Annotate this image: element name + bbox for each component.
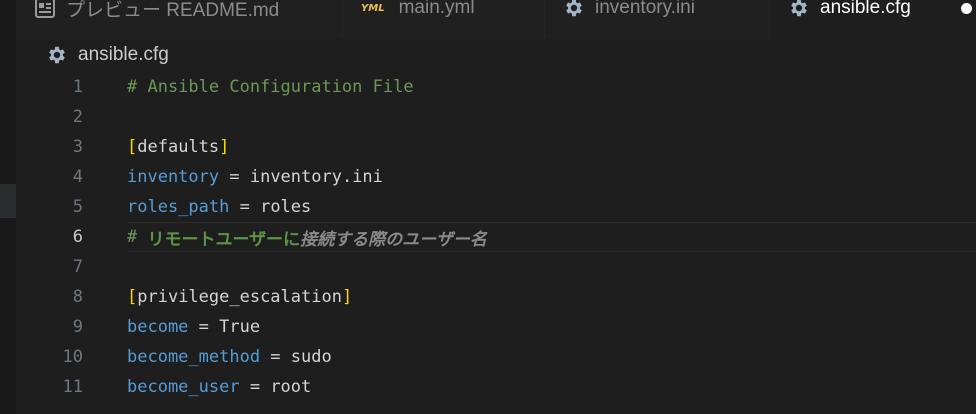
code-token: リモートユーザーに	[147, 229, 301, 250]
code-token: [	[127, 137, 138, 157]
tab-bar: プレビュー README.md YML main.yml inventory.i…	[16, 0, 976, 38]
code-token: ]	[219, 137, 230, 157]
code-line[interactable]: 2	[16, 102, 976, 132]
code-token: =	[188, 317, 220, 337]
code-text[interactable]: # Ansible Configuration File	[127, 73, 976, 101]
code-token: root	[270, 377, 312, 397]
tab-ansible-cfg[interactable]: ansible.cfg	[770, 0, 976, 38]
tab-main-yml[interactable]: YML main.yml	[343, 0, 545, 38]
code-token: inventory	[127, 167, 220, 187]
code-text[interactable]: [privilege_escalation]	[127, 283, 976, 311]
code-line[interactable]: 11 become_user = root	[16, 372, 976, 402]
tab-label: main.yml	[398, 0, 475, 18]
breadcrumb[interactable]: ansible.cfg	[46, 42, 169, 68]
code-line[interactable]: 3 [defaults]	[16, 132, 976, 162]
code-token: become_user	[127, 377, 240, 397]
code-line[interactable]: 7	[16, 252, 976, 282]
line-number: 2	[72, 107, 83, 127]
yaml-icon-text: YML	[361, 2, 385, 14]
code-text[interactable]	[127, 253, 976, 281]
code-token: [	[127, 287, 138, 307]
code-token: =	[239, 377, 271, 397]
code-text[interactable]: # リモートユーザーに 接続する際のユーザー名	[127, 222, 976, 252]
code-text[interactable]: roles_path = roles	[127, 193, 976, 221]
editor-window: プレビュー README.md YML main.yml inventory.i…	[0, 0, 976, 414]
line-number: 5	[72, 197, 83, 217]
code-token: sudo	[290, 347, 332, 367]
yaml-icon: YML	[361, 3, 385, 14]
gear-icon	[788, 0, 810, 19]
activity-strip-active-item[interactable]	[0, 184, 16, 218]
code-text[interactable]	[127, 103, 976, 131]
code-token: defaults	[137, 137, 220, 157]
preview-icon	[34, 0, 56, 19]
line-number: 8	[72, 287, 83, 307]
code-line[interactable]: 8 [privilege_escalation]	[16, 282, 976, 312]
tab-label: inventory.ini	[595, 0, 695, 18]
code-token: become	[127, 317, 189, 337]
line-number: 4	[72, 167, 83, 187]
tab-readme-preview[interactable]: プレビュー README.md	[16, 0, 343, 38]
code-token: become_method	[127, 347, 261, 367]
line-number: 7	[72, 257, 83, 277]
code-token: =	[229, 197, 261, 217]
gear-icon	[46, 44, 68, 66]
code-text[interactable]: become_method = sudo	[127, 343, 976, 371]
code-line[interactable]: 4 inventory = inventory.ini	[16, 162, 976, 192]
unsaved-dot-icon[interactable]	[961, 3, 972, 14]
code-token: inventory.ini	[249, 167, 383, 187]
line-number: 1	[72, 77, 83, 97]
code-text[interactable]: inventory = inventory.ini	[127, 163, 976, 191]
code-line[interactable]: 5 roles_path = roles	[16, 192, 976, 222]
code-editor[interactable]: 1 # Ansible Configuration File 2 3[defaults…	[16, 72, 976, 414]
code-line[interactable]: 10 become_method = sudo	[16, 342, 976, 372]
code-token: roles_path	[127, 197, 230, 217]
code-token: ]	[341, 287, 353, 307]
code-token: =	[219, 167, 250, 187]
code-token: =	[260, 347, 291, 367]
code-line[interactable]: 1 # Ansible Configuration File	[16, 72, 976, 102]
tab-inventory-ini[interactable]: inventory.ini	[545, 0, 770, 38]
line-number: 6	[72, 227, 83, 247]
code-text[interactable]: become_user = root	[127, 373, 976, 401]
code-line[interactable]: 6 # リモートユーザーに 接続する際のユーザー名	[16, 222, 976, 252]
gear-icon	[563, 0, 585, 19]
breadcrumb-file-label: ansible.cfg	[78, 44, 169, 65]
line-number: 10	[62, 347, 83, 367]
code-token: 接続する際のユーザー名	[300, 229, 487, 250]
line-number: 9	[72, 317, 83, 337]
code-token: True	[219, 317, 261, 337]
code-text[interactable]: [defaults]	[127, 133, 976, 161]
code-token: # Ansible Configuration File	[127, 77, 414, 97]
code-line[interactable]: 9 become = True	[16, 312, 976, 342]
tab-label: ansible.cfg	[820, 0, 911, 18]
code-token: privilege_escalation	[137, 287, 342, 307]
line-number: 3	[72, 137, 83, 157]
code-token: roles	[260, 197, 312, 217]
line-number: 11	[62, 377, 83, 397]
tab-label: プレビュー README.md	[66, 0, 280, 21]
activity-strip	[0, 0, 16, 414]
code-token: #	[127, 227, 148, 247]
code-text[interactable]: become = True	[127, 313, 976, 341]
